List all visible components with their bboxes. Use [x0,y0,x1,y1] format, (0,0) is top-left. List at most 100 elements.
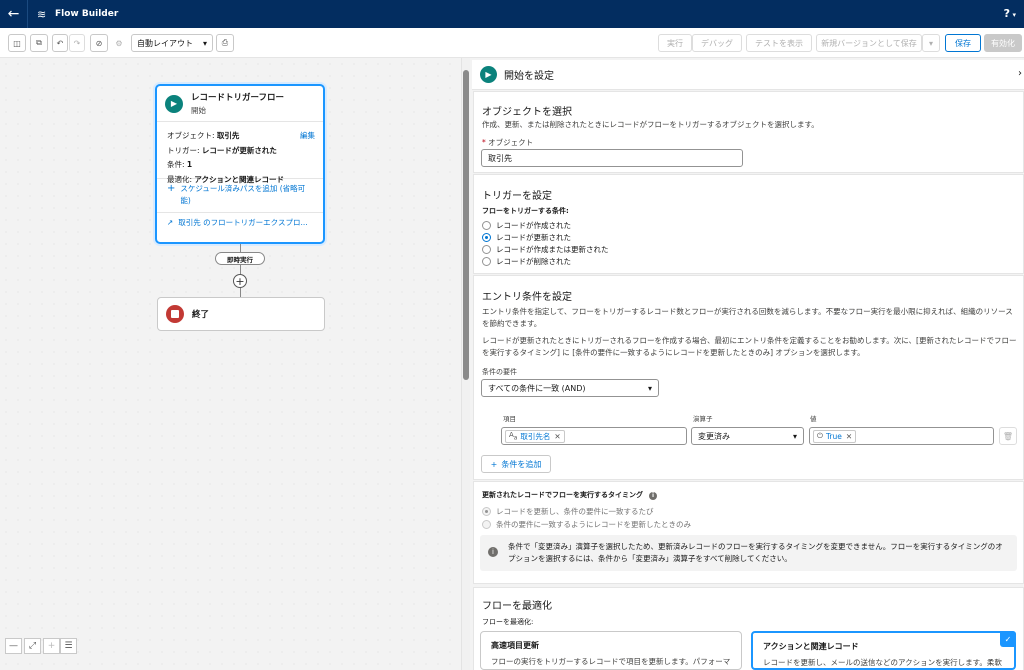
timing-info-text: 条件で「変更済み」演算子を選択したため、更新済みレコードのフローを実行するタイミ… [508,542,1003,563]
condition-operator-select[interactable]: 変更済み ▾ [691,427,804,445]
zoom-in-icon[interactable]: + [43,638,60,654]
optimize-section-title: フローを最適化 [482,601,552,612]
trigger-option-label: レコードが更新された [496,233,571,242]
timing-section-title: 更新されたレコードでフローを実行するタイミング i [482,489,657,501]
object-value: 取引先 [216,131,240,140]
entry-section-desc2: レコードが更新されたときにトリガーされるフローを作成する場合、最初にエントリ条件… [482,336,1017,357]
chevron-down-icon: ▾ [647,383,652,393]
option-title: 高速項目更新 [491,641,539,650]
value-chip: ⏻ True ✕ [813,429,857,443]
trigger-option-created[interactable]: レコードが作成された [482,220,571,231]
trigger-option-created-or-updated[interactable]: レコードが作成または更新された [482,244,609,255]
conditions-value: 1 [186,160,193,169]
close-icon[interactable]: › [1018,68,1022,79]
stop-icon [166,305,184,323]
requirement-select[interactable]: すべての条件に一致 (AND) ▾ [481,379,659,397]
back-arrow-icon[interactable]: ← [0,0,28,28]
trigger-value: レコードが更新された [201,145,277,155]
optimize-value: アクションと関連レコード [194,174,285,184]
run-button[interactable]: 実行 [658,34,692,52]
save-button[interactable]: 保存 [945,34,981,52]
edit-link[interactable]: 編集 [300,129,315,144]
layout-select-value: 自動レイアウト [137,38,193,48]
zoom-out-icon[interactable]: — [5,638,22,654]
flow-builder-logo-icon: ≋ [37,7,47,21]
operator-value: 変更済み [698,431,730,441]
timing-option-only-when-met[interactable]: 条件の要件に一致するようにレコードを更新したときのみ [482,519,691,530]
end-element-card[interactable]: 終了 [157,297,325,331]
option-desc: レコードを更新し、メールの送信などのアクションを実行します。柔軟 [763,658,1002,667]
immediate-path-label: 即時実行 [215,252,265,265]
entry-section-desc1: エントリ条件を指定して、フローをトリガーするレコード数とフローが実行される回数を… [482,307,1013,328]
activate-button[interactable]: 有効化 [984,34,1022,52]
undo-icon[interactable]: ↶ [52,34,68,52]
trigger-explorer-link[interactable]: ↗ 取引先 のフロートリガーエクスプロ... [157,212,323,233]
remove-chip-icon[interactable]: ✕ [554,432,560,441]
play-icon: ▶ [165,94,183,113]
end-label: 終了 [192,310,210,320]
remove-chip-icon[interactable]: ✕ [846,432,852,441]
save-menu-chevron-icon[interactable]: ▾ [922,34,940,52]
object-label: オブジェクト: [167,131,217,140]
value-column-label: 値 [810,415,817,423]
canvas-scrollbar-thumb[interactable] [463,70,469,380]
timing-option-every-update[interactable]: レコードを更新し、条件の要件に一致するたび [482,506,654,517]
help-icon[interactable]: ? ▾ [1004,7,1016,20]
condition-value-input[interactable]: ⏻ True ✕ [809,427,994,445]
trigger-option-label: レコードが削除された [496,257,571,266]
object-section-title: オブジェクトを選択 [482,107,572,118]
panel-title: 開始を設定 [504,71,554,82]
optimize-option-fast-field-updates[interactable]: 高速項目更新 フローの実行をトリガーするレコードで項目を更新します。パフォーマン… [480,631,742,670]
settings-gear-icon[interactable]: ⚙ [111,34,127,52]
entry-section-title: エントリ条件を設定 [482,292,572,303]
play-icon: ▶ [480,66,497,83]
optimize-label: 最適化: [167,174,195,184]
trigger-option-updated[interactable]: レコードが更新された [482,232,571,243]
add-condition-button[interactable]: + 条件を追加 [481,455,551,473]
print-icon[interactable]: ⎙ [216,34,234,52]
requirement-label: 条件の要件 [482,368,517,376]
value-chip-label: True [825,431,842,441]
reset-zoom-icon[interactable]: ☰ [60,638,77,654]
condition-field-input[interactable]: Aa 取引先名 ✕ [501,427,687,445]
external-link-icon: ↗ [167,218,174,227]
trigger-option-deleted[interactable]: レコードが削除された [482,256,571,267]
chevron-down-icon: ▾ [792,431,797,441]
panel-header: ▶ 開始を設定 › [472,60,1024,90]
selected-check-icon: ✓ [1000,631,1016,647]
optimize-label: フローを最適化: [482,618,534,626]
start-element-card[interactable]: ▶ レコードトリガーフロー 開始 オブジェクト: 取引先 編集 トリガー: レコ… [155,84,325,244]
app-title: Flow Builder [55,9,119,19]
plus-icon: + [490,459,498,469]
toolbar: ◫ ⧉ ↶ ↷ ⊘ ⚙ 自動レイアウト ▾ ⎙ 実行 デバッグ テストを表示 新… [0,28,1024,58]
debug-button[interactable]: デバッグ [692,34,742,52]
cancel-icon[interactable]: ⊘ [90,34,108,52]
text-field-icon: Aa [509,430,518,442]
chevron-down-icon: ▾ [202,38,207,48]
add-element-plus-icon[interactable]: + [233,274,247,288]
option-title: アクションと関連レコード [763,642,859,651]
trigger-condition-label: フローをトリガーする条件: [482,207,569,215]
timing-option-label: 条件の要件に一致するようにレコードを更新したときのみ [496,520,691,529]
optimize-option-actions-related-records[interactable]: ✓ アクションと関連レコード レコードを更新し、メールの送信などのアクションを実… [751,631,1016,670]
start-title: レコードトリガーフロー [191,93,284,103]
operator-column-label: 演算子 [693,415,713,423]
entry-conditions-section: エントリ条件を設定 エントリ条件を指定して、フローをトリガーするレコード数とフロ… [473,275,1024,480]
view-tests-button[interactable]: テストを表示 [746,34,812,52]
fit-view-icon[interactable]: ⤢ [24,638,41,654]
delete-condition-icon[interactable]: 🗑 [999,427,1017,445]
info-icon: i [649,492,657,500]
redo-icon[interactable]: ↷ [69,34,85,52]
field-chip-label: 取引先名 [520,431,551,441]
save-new-version-button[interactable]: 新規バージョンとして保存 [816,34,922,52]
trigger-explorer-label: 取引先 のフロートリガーエクスプロ... [178,218,308,227]
app-header: ← ≋ Flow Builder ? ▾ [0,0,1024,28]
object-input[interactable]: 取引先 [481,149,743,167]
timing-info-box: i 条件で「変更済み」演算子を選択したため、更新済みレコードのフローを実行するタ… [480,535,1017,571]
toolbox-toggle-icon[interactable]: ◫ [8,34,26,52]
requirement-value: すべての条件に一致 (AND) [488,383,586,393]
copy-icon[interactable]: ⧉ [30,34,48,52]
toggle-icon: ⏻ [817,431,823,440]
layout-select[interactable]: 自動レイアウト ▾ [131,34,213,52]
trigger-label: トリガー: [167,145,202,155]
